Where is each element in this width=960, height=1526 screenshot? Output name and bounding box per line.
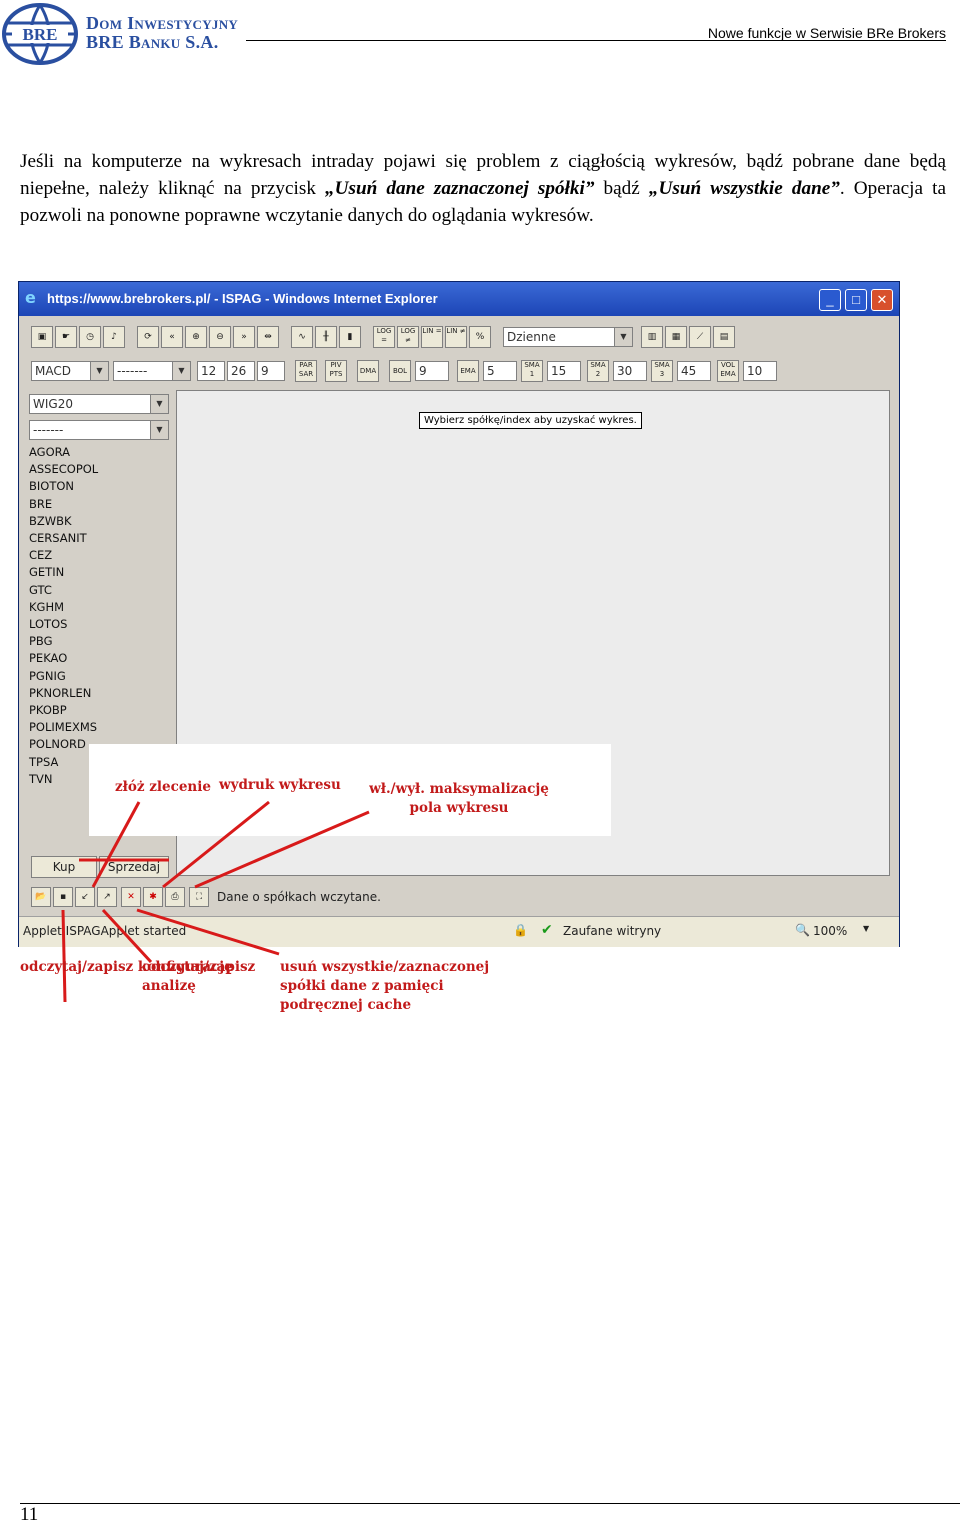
browser-window: e https://www.brebrokers.pl/ - ISPAG - W… — [18, 281, 900, 1003]
annotation-analysis: odczytaj/zapisz analizę — [142, 959, 256, 994]
page-number: 11 — [20, 1504, 39, 1525]
para-emphasis2: „Usuń wszystkie dane” — [648, 178, 840, 199]
header-title: Nowe funkcje w Serwisie BRe Brokers — [707, 25, 946, 41]
bre-logo-icon: BRE — [2, 3, 78, 65]
svg-text:BRE: BRE — [23, 25, 58, 44]
annotation-arrows — [61, 800, 370, 1003]
logo-wordmark: Dom Inwestycyjny BRE Banku S.A. — [86, 14, 238, 52]
instruction-paragraph: Jeśli na komputerze na wykresach intrada… — [20, 148, 946, 229]
logo-line2: BRE Banku S.A. — [86, 32, 219, 52]
footer-divider — [20, 1503, 960, 1504]
annotation-delete: usuń wszystkie/zaznaczonej spółki dane z… — [280, 959, 490, 1013]
para-emphasis1: „Usuń dane zaznaczonej spółki” — [325, 178, 595, 199]
header-divider — [246, 40, 946, 41]
para-part2: bądź — [594, 178, 649, 199]
logo-line1: Dom Inwestycyjny — [86, 13, 239, 33]
